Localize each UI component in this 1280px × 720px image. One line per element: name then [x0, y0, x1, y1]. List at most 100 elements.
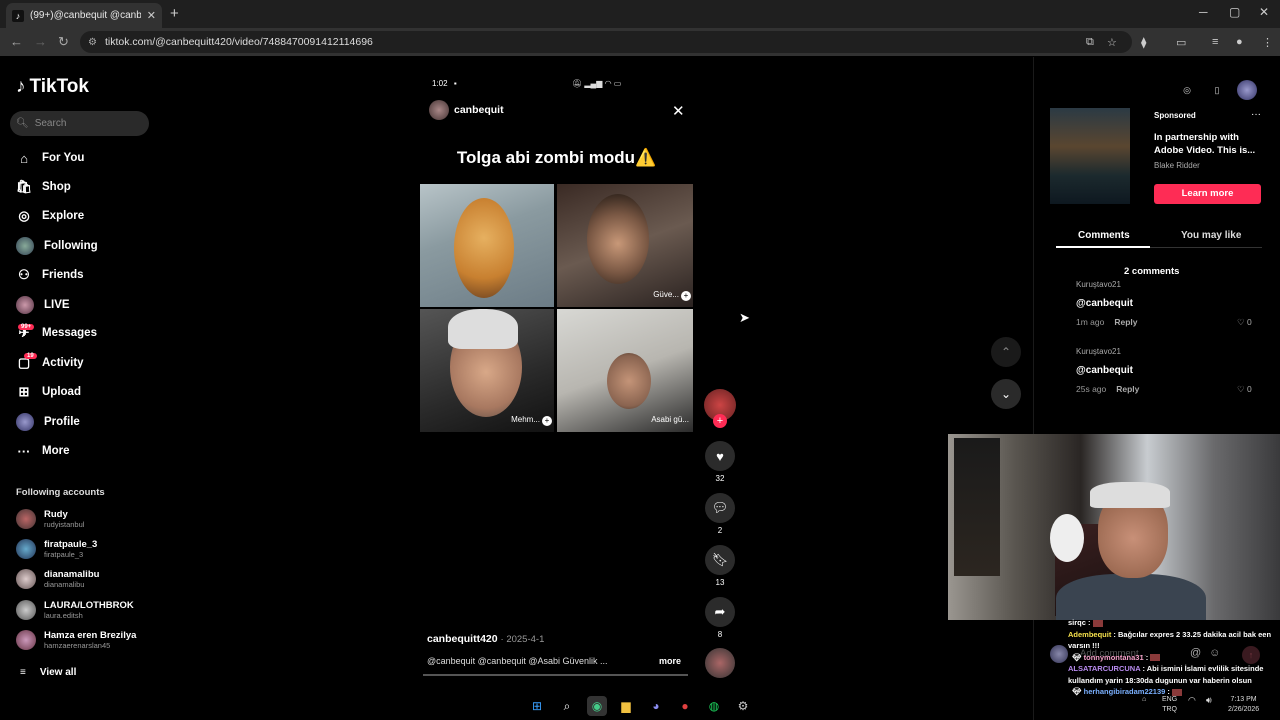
- comment-like-count: 0: [1247, 384, 1252, 394]
- reload-icon[interactable]: ↻: [58, 34, 69, 50]
- sidebar-item-shop[interactable]: 🛍︎ Shop: [16, 179, 71, 195]
- sidebar-item-friends[interactable]: ⚇ Friends: [16, 267, 83, 283]
- reply-button[interactable]: Reply: [1116, 384, 1139, 394]
- avatar[interactable]: [1237, 80, 1257, 100]
- learn-more-button[interactable]: Learn more: [1154, 184, 1261, 204]
- sidebar-item-explore[interactable]: ◎ Explore: [16, 208, 84, 224]
- minimize-icon[interactable]: ─: [1199, 5, 1208, 19]
- share-button[interactable]: ➦ 8: [705, 597, 735, 639]
- sidebar-item-following[interactable]: Following: [16, 237, 98, 255]
- app-icon[interactable]: ●: [675, 696, 695, 716]
- tab-comments[interactable]: Comments: [1078, 230, 1130, 241]
- ad-thumbnail[interactable]: [1050, 108, 1130, 204]
- settings-icon[interactable]: ⚙: [733, 696, 753, 716]
- follow-plus-icon[interactable]: +: [713, 414, 727, 428]
- sidebar-item-for-you[interactable]: ⌂ For You: [16, 150, 84, 166]
- video-date: · 2025-4-1: [500, 634, 545, 645]
- search-input[interactable]: 🔍︎ Search: [10, 111, 149, 136]
- forward-icon[interactable]: →: [34, 34, 47, 49]
- tab-you-may-like[interactable]: You may like: [1181, 230, 1241, 241]
- site-info-icon[interactable]: ⚙: [88, 37, 97, 48]
- comment-user[interactable]: Kuruştavo21: [1076, 280, 1121, 289]
- sidebar-item-live[interactable]: LIVE: [16, 296, 70, 314]
- chat-message: 💎︎ tonnymontana31 :: [1068, 652, 1280, 664]
- comment-like[interactable]: ♡ 0: [1237, 317, 1252, 328]
- save-button[interactable]: 🔖︎ 13: [705, 545, 735, 587]
- sidebar-item-label: Explore: [42, 210, 85, 222]
- previous-video-button[interactable]: ⌃: [991, 337, 1021, 367]
- like-button[interactable]: ♥ 32: [705, 441, 735, 483]
- avatar: [16, 539, 36, 559]
- comment-button[interactable]: 💬︎ 2: [705, 493, 735, 535]
- comment-like[interactable]: ♡ 0: [1237, 384, 1252, 395]
- following-account[interactable]: Hamza eren Brezilya hamzaerenarslan45: [16, 630, 136, 650]
- more-options-icon[interactable]: ···: [1251, 109, 1261, 120]
- tiktok-logo[interactable]: ♪ TikTok: [16, 76, 89, 98]
- install-icon[interactable]: ⧉: [1086, 36, 1094, 49]
- more-button[interactable]: more: [659, 656, 681, 666]
- clock[interactable]: 7:13 PM 2/26/2026: [1228, 695, 1259, 715]
- camera-icon: ▪: [453, 79, 457, 88]
- following-account[interactable]: Rudy rudyistanbul: [16, 509, 84, 529]
- sidebar-item-more[interactable]: ··· More: [16, 443, 70, 459]
- wifi-icon[interactable]: ◠: [1188, 695, 1196, 705]
- add-icon[interactable]: +: [681, 291, 691, 301]
- video-progress-bar[interactable]: [423, 674, 688, 676]
- close-icon[interactable]: ✕: [672, 102, 685, 120]
- lang-code-2: TRQ: [1162, 706, 1177, 713]
- chevron-up-icon: ⌃: [1000, 345, 1012, 359]
- back-icon[interactable]: ←: [10, 34, 23, 49]
- search-icon[interactable]: ⌕: [557, 696, 577, 716]
- phone-icon[interactable]: ▯: [1207, 80, 1227, 100]
- view-all-label: View all: [39, 667, 77, 678]
- network-icon[interactable]: ⌂: [1142, 695, 1146, 705]
- add-icon[interactable]: +: [542, 416, 552, 426]
- menu-icon[interactable]: ⋮: [1262, 36, 1273, 49]
- following-account[interactable]: LAURA/LOTHBROK laura.editsh: [16, 600, 134, 620]
- browser-tab[interactable]: ♪ (99+)@canbequit @canbequit ✕: [6, 3, 162, 28]
- sidebar-item-profile[interactable]: Profile: [16, 413, 80, 431]
- split-view-icon[interactable]: ▭: [1176, 36, 1186, 49]
- following-account[interactable]: dianamalibu dianamalibu: [16, 569, 99, 589]
- windows-start-icon[interactable]: ⊞: [527, 696, 547, 716]
- new-tab-icon[interactable]: +: [170, 5, 179, 22]
- person-figure: [587, 194, 649, 284]
- profile-icon[interactable]: ●: [1236, 36, 1243, 48]
- discord-icon[interactable]: ◕: [646, 696, 666, 716]
- video-author[interactable]: canbequit: [429, 100, 504, 120]
- heart-icon: ♡: [1237, 317, 1245, 327]
- video-cell: Asabi gü...: [557, 309, 693, 432]
- active-tab-indicator: [1056, 246, 1150, 248]
- chevron-down-icon: ⌄: [1000, 387, 1012, 401]
- compass-icon[interactable]: ◎: [1177, 80, 1197, 100]
- chat-user: tonnymontana31: [1083, 652, 1144, 662]
- video-frame[interactable]: Güve... + Mehm... + Asabi gü...: [420, 184, 693, 432]
- following-account[interactable]: firatpaule_3 firatpaule_3: [16, 539, 97, 559]
- messages-badge: 99+: [18, 324, 35, 330]
- bookmark-star-icon[interactable]: ☆: [1107, 36, 1117, 49]
- volume-icon[interactable]: 🔊︎: [1206, 695, 1212, 705]
- sidebar-item-upload[interactable]: ⊞ Upload: [16, 384, 81, 400]
- view-all-link[interactable]: ≡ View all: [20, 667, 76, 678]
- right-top-controls: ◎ ▯: [1177, 80, 1257, 100]
- media-icon[interactable]: ≡: [1212, 36, 1218, 48]
- video-username[interactable]: canbequitt420: [427, 633, 498, 645]
- maximize-icon[interactable]: ▢: [1229, 5, 1240, 19]
- comment-user[interactable]: Kuruştavo21: [1076, 347, 1121, 356]
- chrome-icon[interactable]: ◉: [587, 696, 607, 716]
- reply-button[interactable]: Reply: [1114, 317, 1137, 327]
- file-explorer-icon[interactable]: ▆: [616, 696, 636, 716]
- video-description: @canbequit @canbequit @Asabi Güvenlik ..…: [427, 656, 608, 666]
- next-video-button[interactable]: ⌄: [991, 379, 1021, 409]
- spotify-icon[interactable]: ◍: [704, 696, 724, 716]
- avatar: [16, 569, 36, 589]
- close-tab-icon[interactable]: ✕: [147, 9, 156, 22]
- url-bar[interactable]: ⚙ tiktok.com/@canbequitt420/video/748847…: [80, 31, 1132, 53]
- extensions-icon[interactable]: ⧫: [1141, 36, 1146, 49]
- avatar: [429, 100, 449, 120]
- stream-chat: sirqc : Adembequit : Bağcılar expres 2 3…: [1068, 617, 1280, 698]
- music-disc-icon[interactable]: [705, 648, 735, 678]
- cell-label: Mehm...: [511, 415, 540, 424]
- close-window-icon[interactable]: ✕: [1259, 5, 1269, 19]
- language-indicator[interactable]: ENG TRQ: [1162, 695, 1177, 715]
